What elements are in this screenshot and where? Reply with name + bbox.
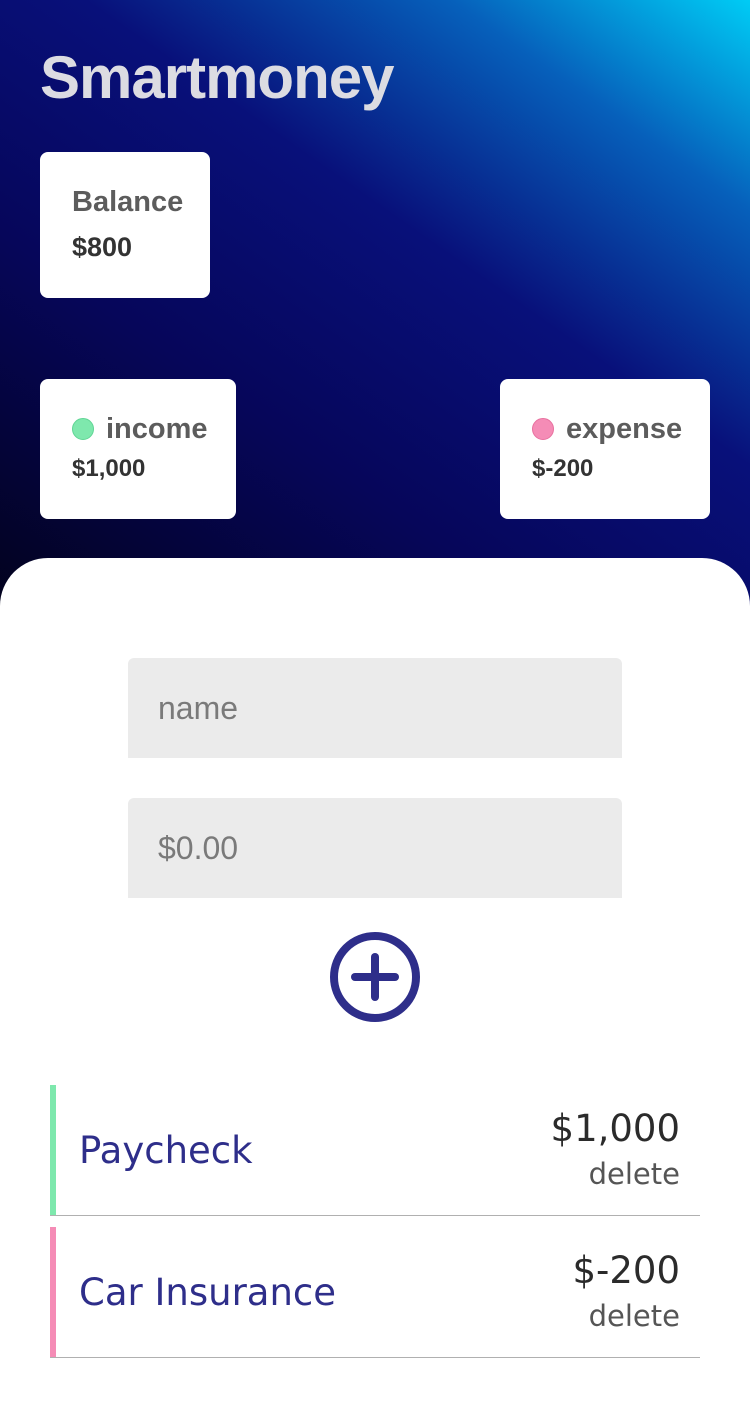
transaction-item-car-insurance: Car Insurance $-200 delete (50, 1227, 700, 1358)
name-input[interactable] (128, 658, 622, 758)
expense-dot-icon (532, 418, 554, 440)
transaction-sheet: Paycheck $1,000 delete Car Insurance $-2… (0, 558, 750, 1418)
income-dot-icon (72, 418, 94, 440)
income-indicator-bar (50, 1085, 56, 1215)
income-card: income $1,000 (40, 379, 236, 519)
expense-indicator-bar (50, 1227, 56, 1357)
transaction-item-paycheck: Paycheck $1,000 delete (50, 1085, 700, 1216)
income-label-row: income (72, 411, 236, 447)
income-value: $1,000 (72, 455, 146, 482)
add-transaction-button[interactable] (329, 931, 421, 1023)
expense-value: $-200 (532, 455, 594, 482)
amount-input[interactable] (128, 798, 622, 898)
balance-value: $800 (72, 232, 133, 262)
delete-button[interactable]: delete (589, 1299, 680, 1333)
transaction-amount: $1,000 (550, 1107, 680, 1150)
transaction-amount: $-200 (572, 1249, 680, 1292)
transaction-name: Car Insurance (79, 1271, 337, 1314)
income-label: income (106, 413, 208, 445)
expense-label: expense (566, 413, 683, 445)
expense-label-row: expense (532, 411, 710, 447)
transaction-list: Paycheck $1,000 delete Car Insurance $-2… (50, 1085, 700, 1369)
balance-card: Balance $800 (40, 152, 210, 298)
header-hero: Smartmoney Balance $800 income $1,000 ex… (0, 0, 750, 640)
balance-label: Balance (72, 186, 184, 218)
expense-card: expense $-200 (500, 379, 710, 519)
app-title: Smartmoney (40, 44, 394, 111)
transaction-name: Paycheck (79, 1129, 253, 1172)
plus-circle-icon (330, 932, 420, 1022)
delete-button[interactable]: delete (589, 1157, 680, 1191)
